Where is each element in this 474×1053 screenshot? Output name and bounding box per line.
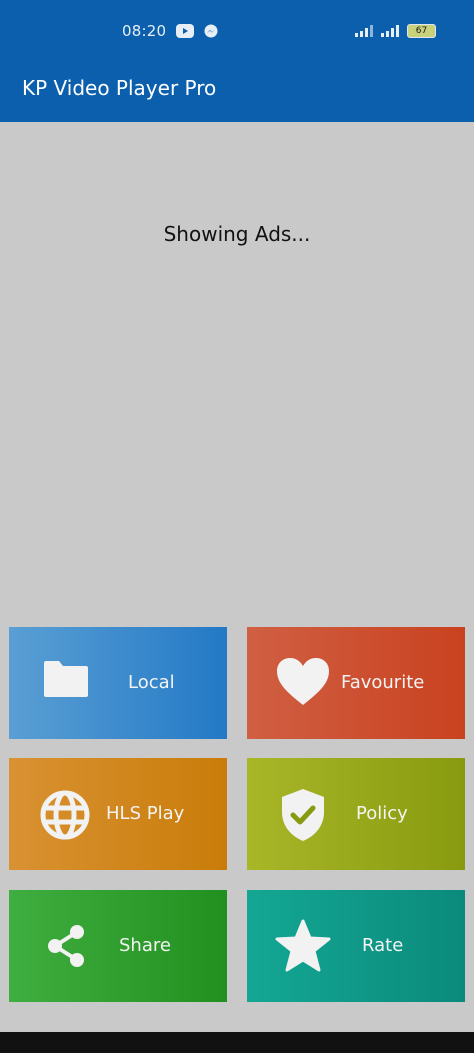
star-icon [275, 919, 331, 972]
rate-label: Rate [362, 935, 404, 956]
battery-level: 67 [415, 26, 428, 36]
policy-label: Policy [356, 803, 408, 824]
messenger-icon [204, 24, 218, 38]
app-bar: KP Video Player Pro [0, 62, 474, 122]
youtube-icon [176, 24, 194, 38]
ad-area[interactable]: Showing Ads... [0, 122, 474, 612]
local-button[interactable]: Local [9, 627, 227, 739]
status-time: 08:20 [122, 22, 167, 40]
rate-button[interactable]: Rate [247, 890, 465, 1002]
navigation-bar [0, 1032, 474, 1053]
status-bar: 08:20 67 [0, 0, 474, 62]
folder-icon [44, 661, 88, 697]
app-title: KP Video Player Pro [22, 76, 217, 100]
battery-indicator: 67 [407, 24, 436, 38]
globe-icon [40, 790, 90, 840]
notification-icons [176, 24, 218, 38]
hls-play-button[interactable]: HLS Play [9, 758, 227, 870]
share-icon [48, 925, 84, 967]
policy-button[interactable]: Policy [247, 758, 465, 870]
shield-check-icon [282, 789, 324, 841]
heart-icon [277, 658, 329, 705]
hls-play-label: HLS Play [106, 803, 185, 824]
ad-loading-text: Showing Ads... [163, 222, 311, 246]
signal-icon [355, 25, 373, 37]
share-button[interactable]: Share [9, 890, 227, 1002]
system-icons: 67 [355, 24, 436, 38]
local-label: Local [128, 672, 175, 693]
favourite-label: Favourite [341, 672, 425, 693]
favourite-button[interactable]: Favourite [247, 627, 465, 739]
signal-icon [381, 25, 399, 37]
share-label: Share [119, 935, 171, 956]
